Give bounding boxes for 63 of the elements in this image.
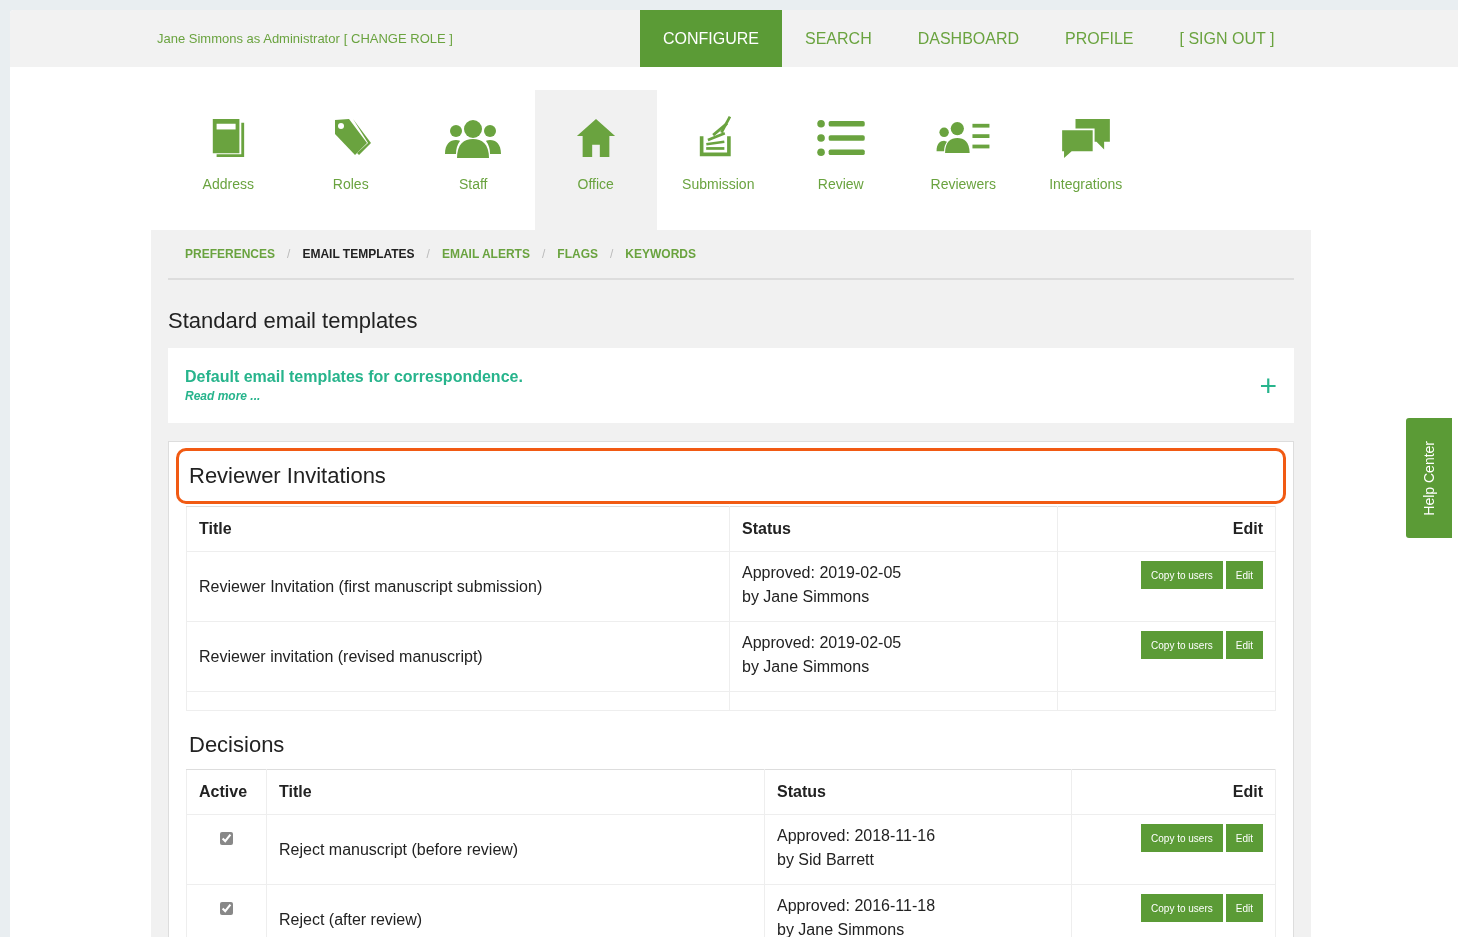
config-tab[interactable]: Reviewers — [902, 90, 1025, 230]
category-icon — [1059, 117, 1112, 159]
approval-status: Approved: 2019-02-05 — [742, 633, 903, 653]
config-tab[interactable]: Address — [167, 90, 290, 230]
user-role-text: Jane Simmons as Administrator — [157, 31, 340, 46]
column-header: Active — [186, 769, 267, 815]
column-header: Status — [764, 769, 1072, 815]
approval-status: Approved: 2018-11-16 — [777, 826, 937, 846]
nav-tab[interactable]: PROFILE — [1042, 10, 1157, 67]
subnav-link[interactable]: EMAIL TEMPLATES — [302, 247, 415, 261]
expand-button[interactable]: + — [1259, 370, 1277, 401]
read-more-link[interactable]: Read more ... — [185, 389, 523, 403]
page-title: Standard email templates — [168, 308, 419, 334]
config-tab[interactable]: Office — [534, 90, 657, 230]
change-role-link[interactable]: [ CHANGE ROLE ] — [343, 31, 453, 46]
active-checkbox[interactable] — [220, 832, 233, 845]
config-tab[interactable]: Roles — [289, 90, 412, 230]
subnav-link[interactable]: PREFERENCES — [185, 247, 276, 261]
active-checkbox[interactable] — [220, 902, 233, 915]
breadcrumb-separator: / — [541, 247, 546, 261]
template-title: Reviewer Invitation (first manuscript submission) — [199, 577, 543, 595]
column-header: Status — [729, 506, 1058, 552]
help-center-tab[interactable]: Help Center — [1406, 418, 1452, 538]
breadcrumb-separator: / — [426, 247, 430, 261]
copy-to-users-button[interactable]: Copy to users — [1141, 561, 1223, 589]
approval-status: Approved: 2016-11-18 — [777, 896, 937, 916]
category-icon — [815, 119, 866, 157]
copy-to-users-button[interactable]: Copy to users — [1141, 631, 1223, 659]
section-title: Reviewer Invitations — [176, 448, 1286, 504]
template-title: Reject (after review) — [279, 910, 423, 928]
config-tab[interactable]: Submission — [657, 90, 780, 230]
copy-to-users-button[interactable]: Copy to users — [1141, 894, 1223, 922]
column-header: Title — [266, 769, 765, 815]
edit-button[interactable]: Edit — [1225, 561, 1263, 589]
nav-tab[interactable]: [ SIGN OUT ] — [1156, 10, 1298, 67]
breadcrumb-separator: / — [610, 247, 614, 261]
template-title: Reviewer invitation (revised manuscript) — [199, 647, 483, 665]
subnav-link[interactable]: FLAGS — [557, 247, 598, 261]
copy-to-users-button[interactable]: Copy to users — [1141, 824, 1223, 852]
nav-tab[interactable]: CONFIGURE — [640, 10, 782, 67]
template-title: Reject manuscript (before review) — [279, 840, 519, 858]
nav-tab[interactable]: DASHBOARD — [894, 10, 1043, 67]
edit-button[interactable]: Edit — [1225, 631, 1263, 659]
approver-name: by Jane Simmons — [742, 657, 871, 677]
info-title: Default email templates for correspondence. — [185, 368, 523, 385]
column-header: Edit — [1057, 506, 1276, 552]
approver-name: by Sid Barrett — [777, 850, 875, 870]
category-icon — [445, 118, 502, 158]
subnav-link[interactable]: EMAIL ALERTS — [441, 247, 530, 261]
column-header: Title — [186, 506, 730, 552]
approver-name: by Jane Simmons — [742, 587, 871, 607]
column-header: Edit — [1071, 769, 1276, 815]
nav-tab[interactable]: SEARCH — [782, 10, 895, 67]
config-tab[interactable]: Review — [779, 90, 902, 230]
approval-status: Approved: 2019-02-05 — [742, 563, 903, 583]
edit-button[interactable]: Edit — [1225, 894, 1263, 922]
edit-button[interactable]: Edit — [1225, 824, 1263, 852]
config-tab[interactable]: Staff — [412, 90, 535, 230]
section-title: Decisions — [188, 731, 286, 759]
config-tab[interactable]: Integrations — [1024, 90, 1147, 230]
category-icon — [936, 121, 991, 155]
breadcrumb-separator: / — [287, 247, 291, 261]
subnav-link[interactable]: KEYWORDS — [625, 247, 696, 261]
